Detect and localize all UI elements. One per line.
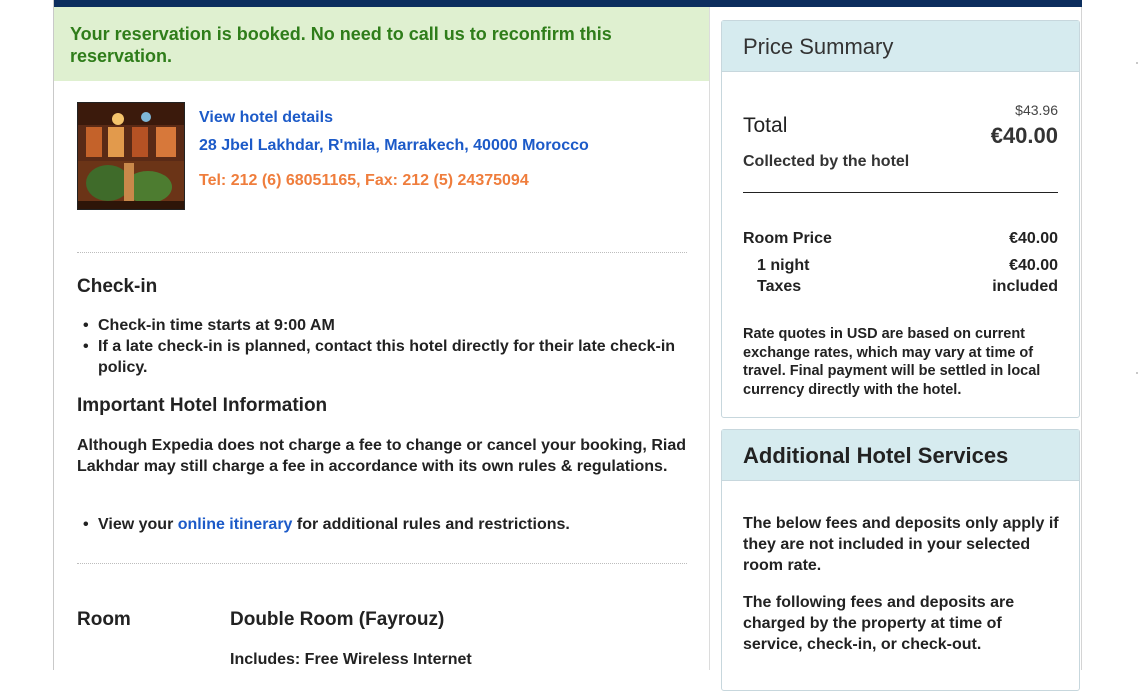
rate-note: Rate quotes in USD are based on current … [743,326,1041,398]
reservation-details: Your reservation is booked. No need to c… [54,7,709,670]
total-divider [743,192,1058,193]
section-divider [77,252,687,253]
column-divider [709,7,710,670]
list-item: If a late check-in is planned, contact t… [77,336,677,378]
hotel-contact-info: Tel: 212 (6) 68051165, Fax: 212 (5) 2437… [199,172,529,189]
checkin-heading: Check-in [77,276,158,297]
top-nav-bar [54,0,1082,7]
taxes-label: Taxes [757,278,802,295]
collected-by-hotel: Collected by the hotel [743,153,910,170]
original-price: $43.96 [1015,102,1058,118]
room-includes: Includes: Free Wireless Internet [230,651,472,668]
checkin-list: Check-in time starts at 9:00 AM If a lat… [77,315,677,378]
list-item: View your online itinerary for additiona… [77,514,677,535]
confirmation-message: Your reservation is booked. No need to c… [70,24,612,66]
price-summary-box: Price Summary Total $43.96 €40.00 Collec… [721,20,1080,418]
room-price-label: Room Price [743,230,832,247]
room-label: Room [77,609,131,630]
important-info-heading: Important Hotel Information [77,395,328,416]
room-price-value: €40.00 [1009,230,1058,247]
additional-services-box: Additional Hotel Services The below fees… [721,429,1080,691]
additional-services-header: Additional Hotel Services [722,430,1079,481]
confirmation-banner: Your reservation is booked. No need to c… [54,7,709,81]
price-summary-header: Price Summary [722,21,1079,72]
total-label: Total [743,114,788,137]
view-hotel-details-link[interactable]: View hotel details [199,109,333,127]
services-paragraph-1: The below fees and deposits only apply i… [743,515,1059,574]
hotel-photo[interactable] [77,102,185,210]
online-itinerary-link[interactable]: online itinerary [178,516,293,533]
room-name: Double Room (Fayrouz) [230,609,445,630]
sidebar: Price Summary Total $43.96 €40.00 Collec… [721,7,1080,691]
total-price: €40.00 [990,123,1058,148]
hotel-courtyard-photo-icon [78,103,184,209]
section-divider [77,563,687,564]
nights-value: €40.00 [1009,257,1058,274]
taxes-value: included [992,278,1058,295]
edge-mark [1136,372,1138,374]
additional-services-title: Additional Hotel Services [743,443,1009,468]
list-item: Check-in time starts at 9:00 AM [77,315,677,336]
hotel-address-link[interactable]: 28 Jbel Lakhdar, R'mila, Marrakech, 4000… [199,137,589,155]
itinerary-prefix: View your [98,516,174,533]
nights-label: 1 night [757,257,810,274]
itinerary-list: View your online itinerary for additiona… [77,514,677,535]
important-info-text: Although Expedia does not charge a fee t… [77,437,686,475]
price-summary-title: Price Summary [743,34,894,59]
page-frame-right [1081,0,1082,670]
services-paragraph-2: The following fees and deposits are char… [743,594,1015,653]
itinerary-suffix: for additional rules and restrictions. [296,516,570,533]
edge-mark [1136,62,1138,64]
